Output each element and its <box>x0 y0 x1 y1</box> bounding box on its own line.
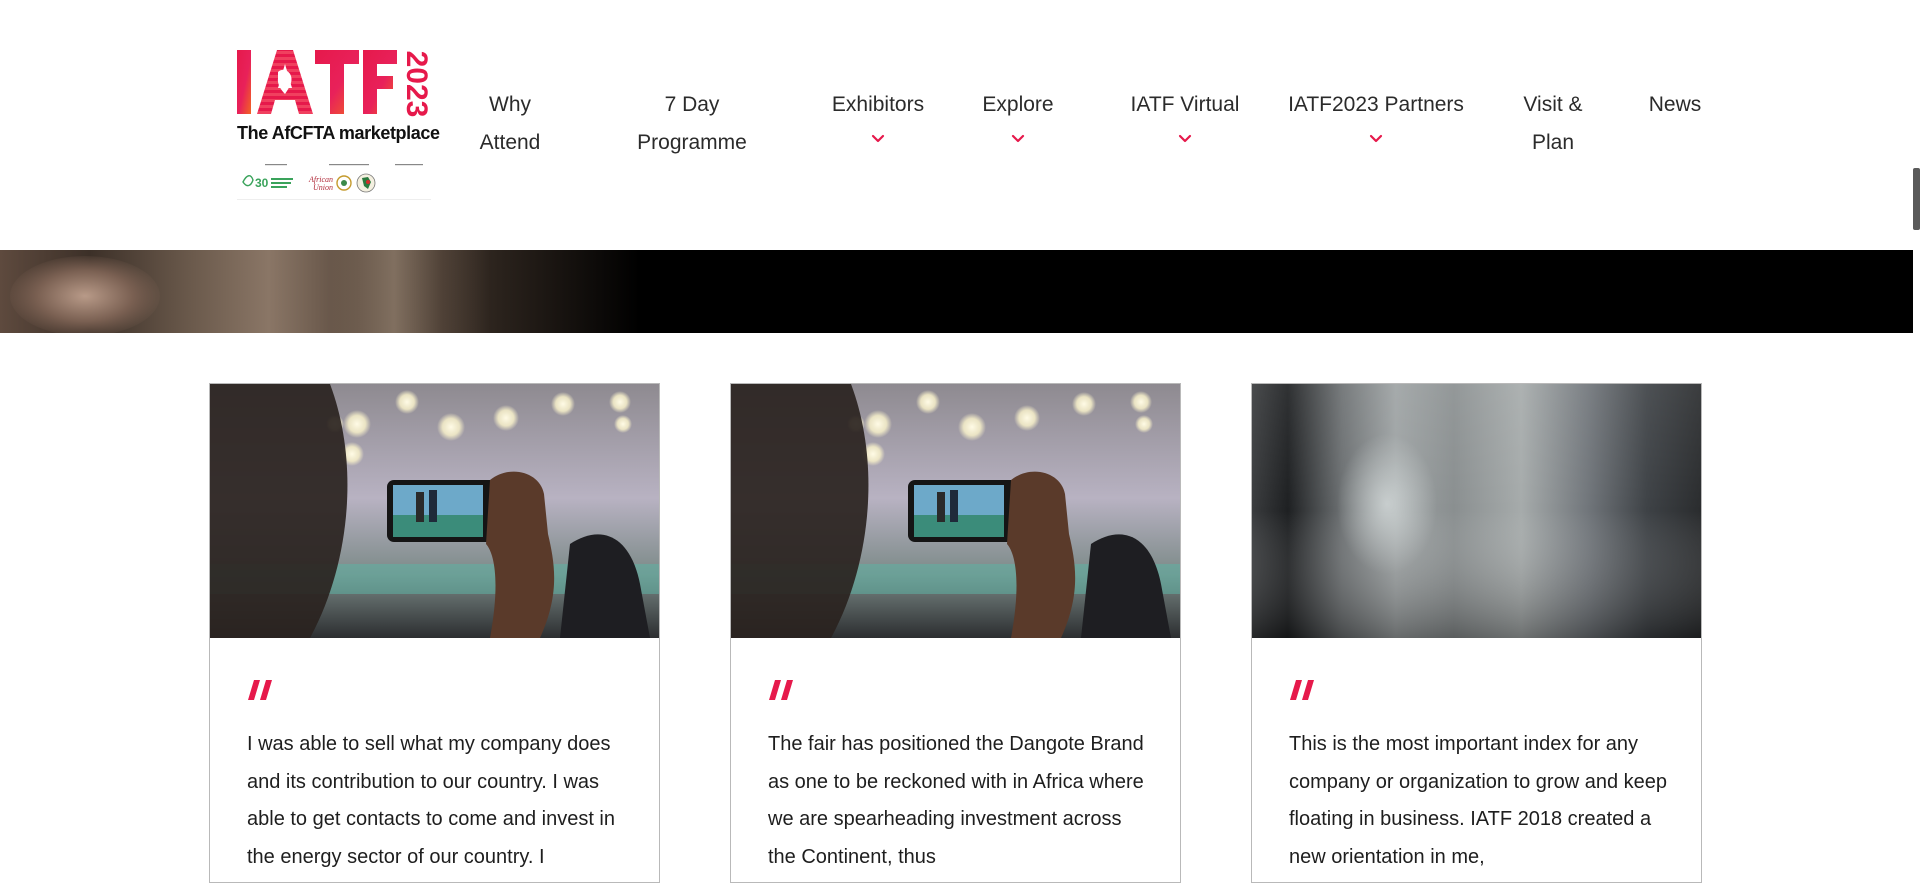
quote-icon <box>246 676 276 704</box>
nav-explore[interactable]: Explore <box>968 86 1068 144</box>
testimonial-text: I was able to sell what my company does … <box>247 733 615 868</box>
svg-text:30: 30 <box>255 176 269 190</box>
quote-icon <box>767 676 797 704</box>
afcfta-secretariat-logo <box>356 173 376 193</box>
blurred-gray-abstract-image <box>1252 384 1701 638</box>
testimonial-text: The fair has positioned the Dangote Bran… <box>768 733 1144 868</box>
chevron-down-icon[interactable] <box>1178 134 1192 144</box>
iatf-logo[interactable]: 2023 The AfCFTA marketplace 30 African U… <box>237 48 440 200</box>
nav-label-line2: Attend <box>479 131 541 154</box>
iatf-wordmark <box>237 48 397 118</box>
logo-year-graphic: 2023 <box>401 51 429 118</box>
nav-label-line1: IATF2023 Partners <box>1288 93 1464 116</box>
nav-label-line1: 7 Day <box>664 93 720 116</box>
nav-7-day-programme[interactable]: 7 Day Programme <box>622 86 762 162</box>
nav-why-attend[interactable]: Why Attend <box>460 86 560 162</box>
nav-visit-and-plan[interactable]: Visit & Plan <box>1508 86 1598 162</box>
partner-logos-graphic: 30 African Union <box>237 164 431 200</box>
person-photographing-event-with-smartphone-image <box>210 384 659 638</box>
chevron-down-icon[interactable] <box>871 134 885 144</box>
testimonial-card: This is the most important index for any… <box>1251 383 1702 883</box>
nav-label-line2: Programme <box>637 131 747 154</box>
logo-year-2023: 2023 <box>401 50 429 118</box>
nav-label-line1: Explore <box>982 93 1054 116</box>
partner-logos-strip: 30 African Union <box>237 156 431 200</box>
person-photographing-event-with-smartphone-image <box>731 384 1180 638</box>
card-photo-graphic <box>731 384 1180 638</box>
svg-text:Union: Union <box>313 183 333 192</box>
chevron-down-icon[interactable] <box>1011 134 1025 144</box>
logo-tagline: The AfCFTA marketplace <box>237 123 440 143</box>
page-scrollbar-thumb[interactable] <box>1913 168 1920 230</box>
hero-photo <box>0 250 640 333</box>
card-photo-graphic <box>210 384 659 638</box>
30-years-afreximbank-logo: 30 <box>242 175 293 190</box>
african-union-logo: African Union <box>308 175 352 192</box>
card-photo-graphic <box>1252 384 1701 638</box>
testimonial-card: I was able to sell what my company does … <box>209 383 660 883</box>
nav-iatf-virtual[interactable]: IATF Virtual <box>1110 86 1260 144</box>
nav-news[interactable]: News <box>1630 86 1720 124</box>
nav-exhibitors[interactable]: Exhibitors <box>808 86 948 144</box>
chevron-down-icon[interactable] <box>1369 134 1383 144</box>
testimonial-card: The fair has positioned the Dangote Bran… <box>730 383 1181 883</box>
nav-label-line1: Exhibitors <box>831 93 925 116</box>
nav-label-line2: Plan <box>1531 131 1575 154</box>
testimonial-text: This is the most important index for any… <box>1289 733 1668 868</box>
nav-label-line1: Why <box>489 93 531 116</box>
hero-banner-strip <box>0 250 1913 333</box>
nav-label-line1: IATF Virtual <box>1130 93 1240 116</box>
site-header: 2023 The AfCFTA marketplace 30 African U… <box>0 0 1913 250</box>
quote-icon <box>1288 676 1318 704</box>
logo-year-text: 2023 <box>401 51 429 118</box>
iatf-wordmark-graphic <box>237 50 397 114</box>
nav-label-line1: Visit & <box>1523 93 1583 116</box>
nav-iatf2023-partners[interactable]: IATF2023 Partners <box>1276 86 1476 144</box>
nav-label-line1: News <box>1648 93 1702 116</box>
